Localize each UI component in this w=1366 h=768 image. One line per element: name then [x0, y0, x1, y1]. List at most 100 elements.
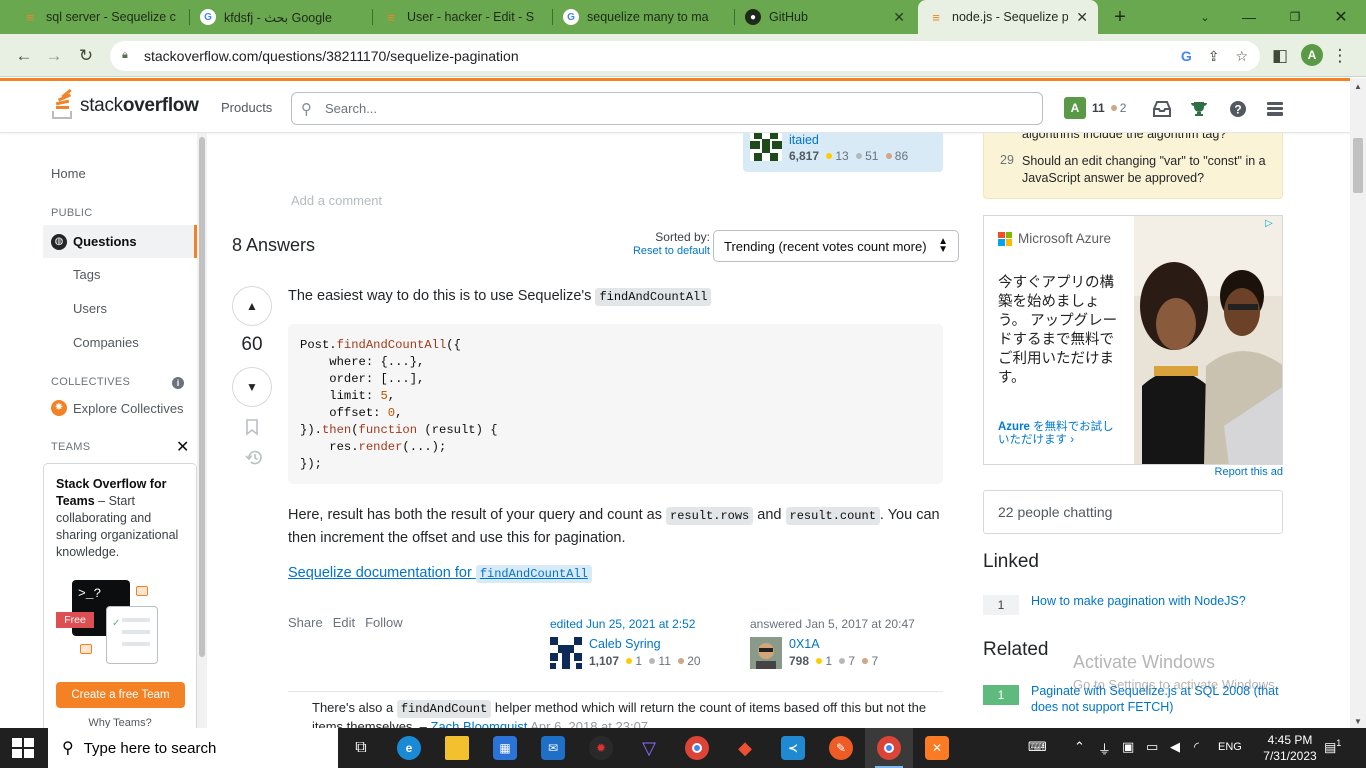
- network-icon[interactable]: ▣: [1122, 739, 1134, 755]
- nav-explore-collectives[interactable]: ✸ Explore Collectives: [51, 400, 184, 416]
- bookmark-star-icon[interactable]: ☆: [1235, 48, 1248, 65]
- profile-avatar[interactable]: A: [1301, 44, 1323, 66]
- info-icon[interactable]: i: [172, 377, 184, 389]
- url-text[interactable]: stackoverflow.com/questions/38211170/seq…: [144, 48, 519, 64]
- chrome-menu-icon[interactable]: ⋮: [1328, 44, 1352, 68]
- notifications-icon[interactable]: ▤1: [1324, 738, 1346, 758]
- browser-tab[interactable]: G kfdsfj - بحث Google: [190, 0, 373, 34]
- minimize-icon[interactable]: —: [1226, 0, 1272, 34]
- adchoices-icon[interactable]: ▷: [1265, 218, 1279, 232]
- share-icon[interactable]: ⇪: [1208, 48, 1220, 65]
- mail-icon[interactable]: ✉: [529, 728, 577, 768]
- edge-icon[interactable]: e: [385, 728, 433, 768]
- scrollbar-thumb[interactable]: [1353, 138, 1363, 193]
- linked-item[interactable]: 1 How to make pagination with NodeJS?: [983, 593, 1283, 615]
- sequelize-docs-link[interactable]: Sequelize documentation for findAndCount…: [288, 565, 592, 583]
- user-profile-link[interactable]: A 11 2: [1064, 97, 1126, 119]
- restore-icon[interactable]: ❐: [1272, 0, 1318, 34]
- help-icon[interactable]: ?: [1226, 97, 1250, 121]
- close-tab-icon[interactable]: ✕: [1076, 9, 1088, 26]
- tab-search-icon[interactable]: ⌄: [1182, 0, 1228, 34]
- comment-user-link[interactable]: Zach Bloomquist: [431, 719, 528, 728]
- report-ad-link[interactable]: Report this ad: [1215, 466, 1283, 478]
- store-icon[interactable]: ▦: [481, 728, 529, 768]
- user-name-link[interactable]: itaied: [789, 133, 819, 147]
- windows-start-icon[interactable]: [12, 738, 34, 758]
- user-avatar[interactable]: [750, 133, 782, 161]
- close-teams-icon[interactable]: ✕: [176, 437, 189, 457]
- file-explorer-icon[interactable]: [433, 728, 481, 768]
- user-name-link[interactable]: Caleb Syring: [589, 637, 661, 651]
- edited-timestamp-link[interactable]: edited Jun 25, 2021 at 2:52: [550, 617, 740, 631]
- sort-select[interactable]: Trending (recent votes count more) ▲ ▼: [713, 230, 959, 262]
- nav-companies[interactable]: Companies: [73, 335, 139, 350]
- create-team-button[interactable]: Create a free Team: [56, 682, 185, 708]
- nav-tags[interactable]: Tags: [73, 267, 100, 282]
- chat-widget[interactable]: 22 people chatting: [983, 490, 1283, 534]
- site-switcher-icon[interactable]: [1263, 97, 1287, 121]
- postman-icon[interactable]: ✎: [817, 728, 865, 768]
- chrome-icon[interactable]: [673, 728, 721, 768]
- browser-tab[interactable]: G sequelize many to ma: [553, 0, 735, 34]
- back-icon[interactable]: ←: [12, 44, 36, 68]
- nav-users[interactable]: Users: [73, 301, 107, 316]
- app-icon-purple[interactable]: ▽: [625, 728, 673, 768]
- taskbar-clock[interactable]: 4:45 PM 7/31/2023: [1260, 732, 1320, 764]
- add-comment-link[interactable]: Add a comment: [291, 193, 382, 208]
- usb-icon[interactable]: ⏚: [1098, 739, 1111, 758]
- vscode-icon[interactable]: ≺: [769, 728, 817, 768]
- products-link[interactable]: Products: [221, 100, 272, 115]
- ad-cta-link[interactable]: Azure を無料でお試しいただけます ›: [998, 421, 1116, 447]
- close-tab-icon[interactable]: ✕: [893, 9, 905, 26]
- why-teams-link[interactable]: Why Teams?: [44, 717, 196, 728]
- reset-default-link[interactable]: Reset to default: [617, 245, 710, 257]
- chrome-profile-icon[interactable]: [865, 728, 913, 768]
- browser-tab[interactable]: ≡ User - hacker - Edit - S: [373, 0, 553, 34]
- answered-timestamp[interactable]: answered Jan 5, 2017 at 20:47: [750, 617, 942, 631]
- comment-date[interactable]: Apr 6, 2018 at 23:07: [527, 719, 648, 728]
- scroll-down-icon[interactable]: ▼: [1354, 717, 1362, 726]
- meta-post-link[interactable]: Should an edit changing "var" to "const"…: [1022, 153, 1272, 187]
- bookmark-icon[interactable]: [245, 419, 259, 439]
- sidebar-scrollbar[interactable]: [197, 133, 207, 728]
- edit-link[interactable]: Edit: [333, 615, 355, 630]
- omnibox[interactable]: 🔒︎ stackoverflow.com/questions/38211170/…: [110, 41, 1260, 71]
- downvote-button[interactable]: ▼: [232, 367, 272, 407]
- side-panel-icon[interactable]: ◧: [1268, 44, 1292, 68]
- git-icon[interactable]: ◆: [721, 728, 769, 768]
- search-input[interactable]: ⚲ Search...: [291, 92, 1043, 125]
- browser-tab-active[interactable]: ≡ node.js - Sequelize pa ✕: [918, 0, 1098, 34]
- close-window-icon[interactable]: ✕: [1318, 0, 1364, 34]
- battery-icon[interactable]: ▭: [1146, 739, 1158, 755]
- advertisement[interactable]: Microsoft Azure 今すぐアプリの構築を始めましょう。 アップグレー…: [983, 215, 1283, 465]
- linked-item-title[interactable]: How to make pagination with NodeJS?: [1031, 593, 1283, 615]
- nav-questions[interactable]: ◍ Questions: [43, 225, 197, 258]
- nav-home[interactable]: Home: [51, 166, 86, 181]
- volume-icon[interactable]: ◀: [1170, 739, 1180, 755]
- page-scrollbar[interactable]: ▲ ▼: [1350, 78, 1366, 728]
- task-view-icon[interactable]: ⧉: [337, 728, 385, 768]
- inbox-icon[interactable]: [1150, 97, 1174, 121]
- follow-link[interactable]: Follow: [365, 615, 403, 630]
- forward-icon[interactable]: →: [42, 44, 66, 68]
- user-avatar[interactable]: [750, 637, 782, 669]
- user-avatar[interactable]: [550, 637, 582, 669]
- reload-icon[interactable]: ↻: [74, 44, 98, 68]
- meta-post-link[interactable]: algorithms include the algorithm tag?: [1022, 133, 1226, 141]
- wifi-icon[interactable]: ◜: [1194, 739, 1199, 755]
- xampp-icon[interactable]: ✕: [913, 728, 961, 768]
- share-link[interactable]: Share: [288, 615, 323, 630]
- browser-tab[interactable]: ≡ sql server - Sequelize c: [12, 0, 190, 34]
- tray-chevron-icon[interactable]: ⌃: [1074, 739, 1085, 755]
- browser-tab[interactable]: ● GitHub ✕: [735, 0, 915, 34]
- history-icon[interactable]: [245, 449, 263, 469]
- scroll-up-icon[interactable]: ▲: [1354, 82, 1362, 91]
- new-tab-icon[interactable]: +: [1097, 0, 1143, 34]
- keyboard-icon[interactable]: ⌨: [1028, 739, 1047, 755]
- upvote-button[interactable]: ▲: [232, 286, 272, 326]
- user-name-link[interactable]: 0X1A: [789, 637, 820, 651]
- google-translate-icon[interactable]: G: [1181, 48, 1192, 64]
- language-indicator[interactable]: ENG: [1218, 741, 1242, 753]
- taskbar-search[interactable]: ⚲ Type here to search: [48, 728, 338, 768]
- achievements-trophy-icon[interactable]: [1187, 97, 1211, 121]
